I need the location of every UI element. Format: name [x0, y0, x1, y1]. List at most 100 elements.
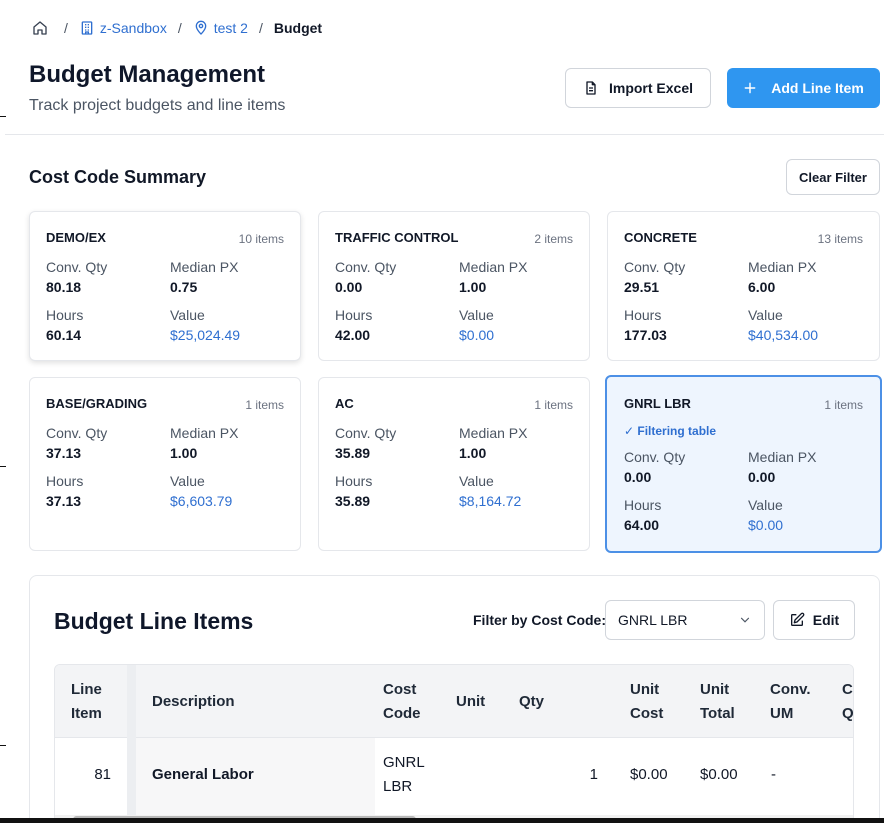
cost-code-name: DEMO/EX: [46, 230, 106, 245]
item-count: 13 items: [817, 232, 863, 246]
conv-qty-value: 29.51: [624, 279, 660, 295]
cell-unit-total: $0.00: [700, 766, 738, 783]
chevron-down-icon: [740, 617, 750, 623]
stat-label: Hours: [624, 307, 662, 323]
cost-code-card[interactable]: DEMO/EX 10 items Conv. Qty 80.18 Median …: [29, 211, 301, 361]
cost-code-card-selected[interactable]: GNRL LBR 1 items ✓ Filtering table Conv.…: [605, 375, 882, 553]
stat-label: Hours: [46, 473, 84, 489]
cost-code-name: TRAFFIC CONTROL: [335, 230, 459, 245]
stat-label: Conv. Qty: [624, 259, 686, 275]
page-subtitle: Track project budgets and line items: [29, 97, 286, 114]
conv-qty-value: 35.89: [335, 445, 371, 461]
home-icon[interactable]: [32, 20, 53, 36]
header-qty[interactable]: Qty: [519, 690, 544, 714]
stat-label: Hours: [624, 497, 662, 513]
stat-label: Median PX: [459, 425, 528, 441]
hours-value: 60.14: [46, 327, 82, 343]
stat-label: Value: [459, 307, 494, 323]
item-count: 1 items: [245, 398, 284, 412]
hours-value: 64.00: [624, 517, 660, 533]
header-unit-cost[interactable]: Unit Cost: [630, 678, 663, 726]
stat-label: Value: [459, 473, 494, 489]
stat-label: Median PX: [748, 449, 817, 465]
add-line-item-button[interactable]: Add Line Item: [727, 68, 880, 108]
cost-code-name: AC: [335, 396, 354, 411]
cost-code-name: CONCRETE: [624, 230, 697, 245]
hours-value: 42.00: [335, 327, 371, 343]
stat-label: Value: [748, 307, 783, 323]
cost-code-card[interactable]: CONCRETE 13 items Conv. Qty 29.51 Median…: [607, 211, 880, 361]
edit-button[interactable]: Edit: [773, 600, 855, 640]
header-unit-total[interactable]: Unit Total: [700, 678, 735, 726]
edge-marker: [0, 116, 6, 117]
line-items-table: Line Item Description Cost Code Unit Qty…: [54, 664, 854, 823]
header-conv-um[interactable]: Conv. UM: [770, 678, 811, 726]
cell-unit-cost: $0.00: [630, 766, 668, 783]
cell-conv-um: -: [771, 766, 776, 783]
stat-label: Hours: [335, 307, 373, 323]
map-pin-icon: [195, 20, 207, 35]
cell-qty: 1: [589, 766, 598, 783]
page-title: Budget Management: [29, 61, 266, 88]
median-px-value: 0.00: [748, 469, 776, 485]
stat-label: Median PX: [459, 259, 528, 275]
stat-label: Value: [170, 307, 205, 323]
budget-value: $0.00: [748, 517, 784, 533]
stat-label: Value: [170, 473, 205, 489]
header-divider: [5, 134, 884, 135]
cost-code-card[interactable]: BASE/GRADING 1 items Conv. Qty 37.13 Med…: [29, 377, 301, 551]
section-title: Cost Code Summary: [29, 167, 207, 187]
breadcrumb-separator: /: [258, 20, 263, 36]
select-value: GNRL LBR: [618, 612, 688, 628]
header-unit[interactable]: Unit: [456, 690, 485, 714]
header-conv-qty[interactable]: Co Q: [842, 678, 853, 726]
stat-label: Median PX: [748, 259, 817, 275]
hours-value: 35.89: [335, 493, 371, 509]
cost-code-filter-select[interactable]: GNRL LBR: [605, 600, 765, 640]
edit-icon: [790, 612, 805, 626]
cost-code-name: BASE/GRADING: [46, 396, 148, 411]
breadcrumb-separator: /: [177, 20, 182, 36]
import-excel-button[interactable]: Import Excel: [565, 68, 711, 108]
stat-label: Conv. Qty: [624, 449, 686, 465]
breadcrumb-separator: /: [64, 20, 68, 36]
stat-label: Conv. Qty: [335, 425, 397, 441]
header-cost-code[interactable]: Cost Code: [383, 678, 421, 726]
building-icon: [81, 21, 93, 35]
budget-value: $8,164.72: [459, 493, 522, 509]
item-count: 2 items: [534, 232, 573, 246]
breadcrumb-item-project[interactable]: test 2: [193, 20, 248, 36]
stat-label: Hours: [335, 473, 373, 489]
edge-marker: [0, 745, 6, 746]
budget-value: $25,024.49: [170, 327, 241, 343]
breadcrumb-item-workspace[interactable]: z-Sandbox: [79, 20, 167, 36]
stat-label: Median PX: [170, 425, 239, 441]
cost-code-card[interactable]: TRAFFIC CONTROL 2 items Conv. Qty 0.00 M…: [318, 211, 590, 361]
item-count: 10 items: [238, 232, 284, 246]
median-px-value: 1.00: [170, 445, 198, 461]
median-px-value: 6.00: [748, 279, 776, 295]
conv-qty-value: 37.13: [46, 445, 82, 461]
header-description[interactable]: Description: [152, 690, 235, 714]
cell-line-item: 81: [94, 766, 111, 783]
conv-qty-value: 0.00: [335, 279, 363, 295]
median-px-value: 1.00: [459, 279, 487, 295]
header-line-item[interactable]: Line Item: [71, 678, 102, 726]
item-count: 1 items: [824, 398, 863, 412]
clear-filter-button[interactable]: Clear Filter: [786, 159, 880, 195]
filter-note: ✓ Filtering table: [624, 424, 717, 438]
stat-label: Conv. Qty: [335, 259, 397, 275]
cost-code-card[interactable]: AC 1 items Conv. Qty 35.89 Median PX 1.0…: [318, 377, 590, 551]
breadcrumb-current: Budget: [273, 20, 323, 36]
median-px-value: 1.00: [459, 445, 487, 461]
cost-code-name: GNRL LBR: [624, 396, 691, 411]
stat-label: Value: [748, 497, 783, 513]
filter-label: Filter by Cost Code:: [473, 612, 607, 628]
conv-qty-value: 0.00: [624, 469, 652, 485]
stat-label: Conv. Qty: [46, 425, 108, 441]
edge-marker: [0, 466, 6, 467]
budget-value: $40,534.00: [748, 327, 819, 343]
stat-label: Conv. Qty: [46, 259, 108, 275]
plus-icon: [744, 82, 756, 94]
conv-qty-value: 80.18: [46, 279, 82, 295]
